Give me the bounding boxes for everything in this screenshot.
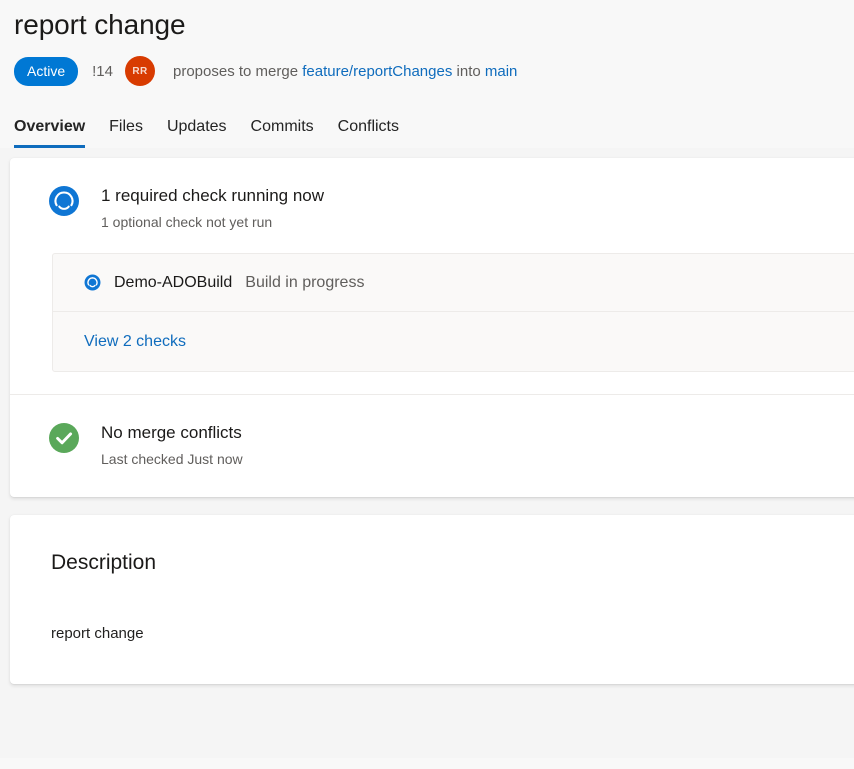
avatar[interactable]: RR	[125, 56, 155, 86]
tab-files[interactable]: Files	[109, 117, 143, 148]
checks-secondary-text: 1 optional check not yet run	[101, 212, 324, 232]
checks-summary-texts: 1 required check running now 1 optional …	[101, 184, 324, 232]
source-branch-link[interactable]: feature/reportChanges	[302, 63, 452, 80]
checks-primary-text: 1 required check running now	[101, 184, 324, 207]
status-card: 1 required check running now 1 optional …	[10, 158, 854, 497]
merge-prefix-text: proposes to merge	[173, 63, 298, 80]
checks-summary-row: 1 required check running now 1 optional …	[10, 184, 854, 232]
pull-request-header: report change Active !14 RR proposes to …	[0, 0, 854, 148]
running-check-icon	[84, 274, 101, 291]
pull-request-tabs: Overview Files Updates Commits Conflicts	[14, 102, 854, 148]
success-check-icon	[48, 422, 80, 459]
view-checks-link[interactable]: View 2 checks	[84, 333, 186, 351]
merge-conflicts-primary-text: No merge conflicts	[101, 421, 243, 444]
overview-content: 1 required check running now 1 optional …	[0, 148, 854, 758]
tab-overview[interactable]: Overview	[14, 117, 85, 148]
merge-conflicts-secondary-text: Last checked Just now	[101, 449, 243, 469]
check-item-row[interactable]: Demo-ADOBuild Build in progress	[53, 254, 854, 311]
description-body: report change	[51, 623, 850, 644]
description-card: Description report change	[10, 515, 854, 684]
tab-updates[interactable]: Updates	[167, 117, 227, 148]
pull-request-summary-line: Active !14 RR proposes to merge feature/…	[14, 54, 854, 88]
merge-description: proposes to merge feature/reportChanges …	[173, 63, 517, 80]
page-title: report change	[14, 0, 854, 44]
running-check-icon	[48, 185, 80, 222]
merge-conflicts-row: No merge conflicts Last checked Just now	[10, 421, 854, 469]
merge-connector-text: into	[457, 63, 481, 80]
tab-commits[interactable]: Commits	[251, 117, 314, 148]
target-branch-link[interactable]: main	[485, 63, 518, 80]
check-details-panel: Demo-ADOBuild Build in progress View 2 c…	[52, 253, 854, 372]
view-checks-row: View 2 checks	[53, 312, 854, 371]
tab-conflicts[interactable]: Conflicts	[338, 117, 399, 148]
description-heading: Description	[51, 549, 850, 577]
merge-conflicts-texts: No merge conflicts Last checked Just now	[101, 421, 243, 469]
checks-section: 1 required check running now 1 optional …	[10, 158, 854, 394]
check-item-state: Build in progress	[245, 274, 364, 292]
check-item-name: Demo-ADOBuild	[114, 274, 232, 292]
pull-request-id: !14	[92, 63, 113, 80]
status-badge: Active	[14, 57, 78, 86]
merge-conflicts-section: No merge conflicts Last checked Just now	[10, 395, 854, 497]
